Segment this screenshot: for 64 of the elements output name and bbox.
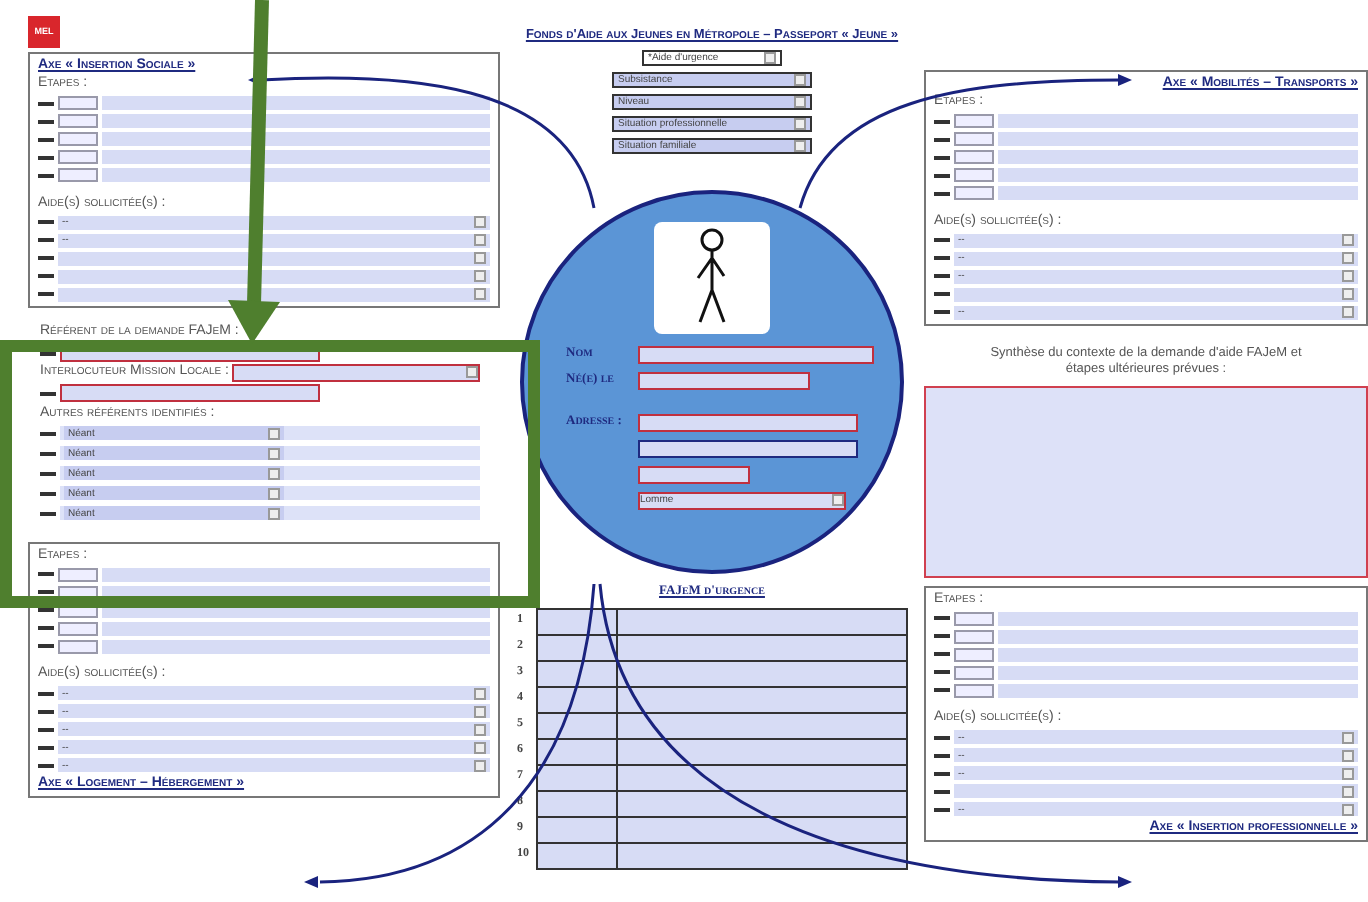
step-field[interactable]	[998, 114, 1358, 129]
step-select[interactable]	[58, 621, 98, 636]
dash-icon	[40, 391, 56, 396]
step-field[interactable]	[102, 150, 490, 165]
aid-select[interactable]	[58, 287, 490, 302]
interlocutor-select[interactable]	[232, 364, 480, 383]
step-select[interactable]	[954, 629, 994, 644]
step-field[interactable]	[998, 132, 1358, 147]
step-field[interactable]	[102, 639, 490, 654]
text-field[interactable]	[638, 465, 750, 484]
step-field[interactable]	[102, 132, 490, 147]
table-cell[interactable]	[537, 608, 617, 635]
table-cell[interactable]	[617, 686, 906, 713]
step-field[interactable]	[998, 683, 1358, 698]
interlocutor-field[interactable]	[60, 384, 320, 403]
step-select[interactable]	[954, 647, 994, 662]
stick-figure-drawing	[654, 221, 770, 334]
text-field[interactable]	[638, 413, 858, 432]
step-field[interactable]	[102, 96, 490, 111]
table-cell[interactable]	[537, 842, 617, 869]
dropdown-icon[interactable]	[764, 51, 776, 64]
step-field[interactable]	[998, 629, 1358, 644]
table-cell[interactable]	[617, 764, 906, 791]
text-field[interactable]	[638, 439, 858, 458]
step-field[interactable]	[998, 647, 1358, 662]
dash-icon	[40, 351, 56, 356]
table-cell[interactable]	[617, 712, 906, 739]
step-field[interactable]	[998, 168, 1358, 183]
step-field[interactable]	[998, 150, 1358, 165]
step-select[interactable]	[58, 114, 98, 129]
step-field[interactable]	[102, 114, 490, 129]
table-cell[interactable]	[617, 738, 906, 765]
step-field[interactable]	[102, 567, 490, 582]
table-cell[interactable]	[537, 764, 617, 791]
step-select[interactable]	[58, 96, 98, 111]
step-field[interactable]	[102, 621, 490, 636]
step-select[interactable]	[954, 665, 994, 680]
synthesis-textarea[interactable]	[924, 385, 1368, 578]
step-select[interactable]	[58, 567, 98, 582]
step-select[interactable]	[954, 114, 994, 129]
text-field[interactable]	[638, 345, 874, 364]
step-select[interactable]	[58, 639, 98, 654]
table-cell[interactable]	[617, 634, 906, 661]
step-select[interactable]	[954, 611, 994, 626]
aid-select[interactable]	[58, 251, 490, 266]
step-field[interactable]	[102, 168, 490, 183]
table-cell[interactable]	[617, 660, 906, 687]
step-select[interactable]	[954, 150, 994, 165]
table-cell[interactable]	[537, 816, 617, 843]
step-select[interactable]	[954, 186, 994, 201]
table-cell[interactable]	[537, 790, 617, 817]
step-select[interactable]	[58, 168, 98, 183]
table-cell[interactable]	[617, 608, 906, 635]
step-field[interactable]	[998, 665, 1358, 680]
table-cell[interactable]	[617, 790, 906, 817]
aid-select[interactable]	[58, 269, 490, 284]
step-select[interactable]	[58, 150, 98, 165]
step-select[interactable]	[954, 683, 994, 698]
step-select[interactable]	[954, 132, 994, 147]
step-select[interactable]	[954, 168, 994, 183]
step-select[interactable]	[58, 132, 98, 147]
text-field[interactable]	[638, 371, 810, 390]
step-field[interactable]	[998, 611, 1358, 626]
step-field[interactable]	[998, 186, 1358, 201]
